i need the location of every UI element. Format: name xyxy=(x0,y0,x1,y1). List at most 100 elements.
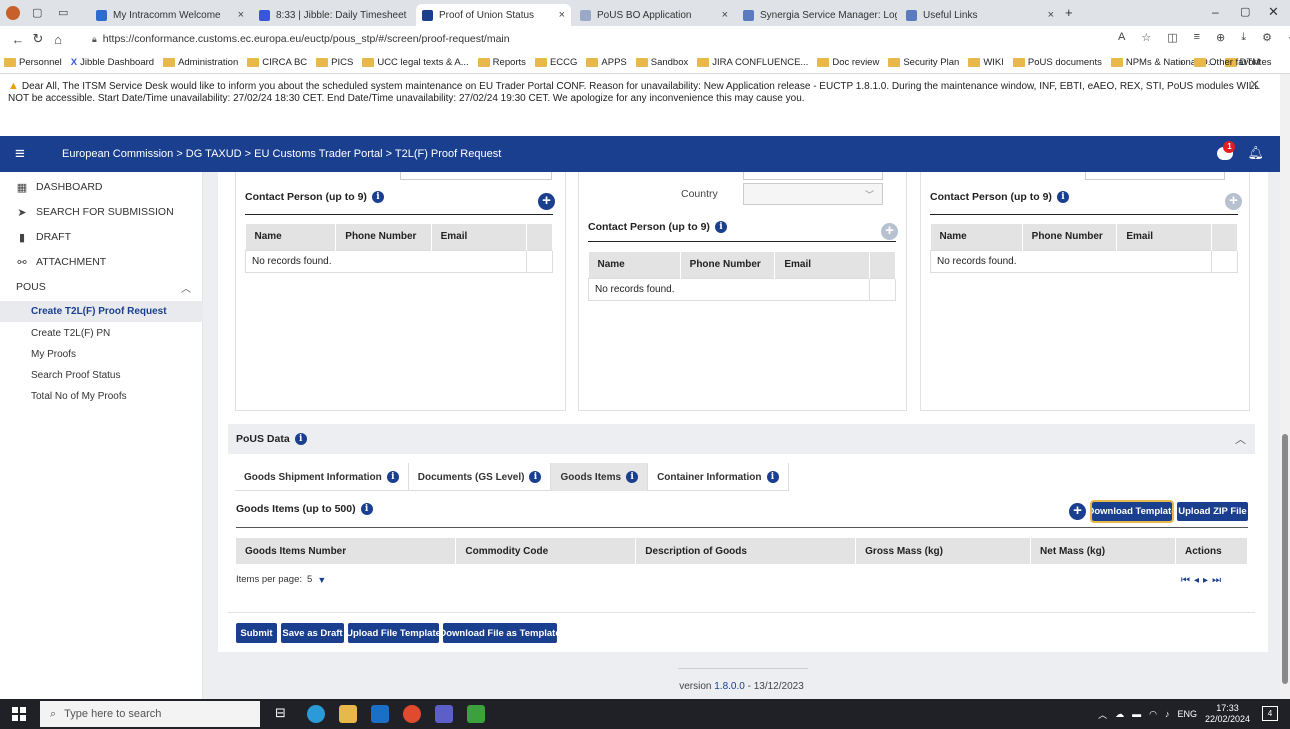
column-commodity-code[interactable]: Commodity Code xyxy=(455,538,637,564)
chat-icon[interactable]: 1 xyxy=(1217,141,1237,162)
column-actions[interactable]: Actions xyxy=(1175,538,1249,564)
info-icon[interactable]: i xyxy=(360,503,373,515)
other-favorites[interactable]: › Other favorites xyxy=(1180,57,1271,68)
sidebar-item-search-submission[interactable]: ➤ SEARCH FOR SUBMISSION xyxy=(0,200,203,224)
close-tab-icon[interactable]: × xyxy=(722,9,728,21)
version-link[interactable]: 1.8.0.0 xyxy=(714,681,745,692)
collections-icon[interactable]: ⊕ xyxy=(1216,31,1225,44)
close-tab-icon[interactable]: × xyxy=(238,9,244,21)
tab-goods-shipment[interactable]: Goods Shipment Information i xyxy=(235,463,409,491)
column-gross-mass[interactable]: Gross Mass (kg) xyxy=(855,538,1032,564)
column-email[interactable]: Email xyxy=(431,224,527,250)
home-icon[interactable]: ⌂ xyxy=(48,32,68,47)
column-name[interactable]: Name xyxy=(245,224,337,250)
scrollbar-thumb[interactable] xyxy=(1282,434,1288,684)
browser-tab-1[interactable]: My Intracomm Welcome × xyxy=(90,4,250,26)
onedrive-icon[interactable]: ☁ xyxy=(1115,709,1124,720)
column-email[interactable]: Email xyxy=(1116,224,1213,250)
upload-zip-button[interactable]: Upload ZIP File xyxy=(1177,502,1248,521)
file-explorer-icon[interactable] xyxy=(339,705,357,723)
next-page-icon[interactable]: ▸ xyxy=(1203,575,1212,586)
favorite-item[interactable]: APPS xyxy=(586,57,627,68)
refresh-icon[interactable]: ↻ xyxy=(28,31,48,47)
bell-icon[interactable]: 🔔︎ xyxy=(1247,145,1264,161)
back-icon[interactable]: ← xyxy=(8,32,28,47)
favorite-item[interactable]: Reports xyxy=(477,57,526,68)
chrome-icon[interactable] xyxy=(403,705,421,723)
favorite-item[interactable]: X Jibble Dashboard xyxy=(71,57,154,68)
notification-center-icon[interactable]: 4 xyxy=(1262,706,1278,721)
info-icon[interactable]: i xyxy=(1056,191,1069,203)
column-phone[interactable]: Phone Number xyxy=(335,224,432,250)
column-name[interactable]: Name xyxy=(588,252,681,278)
sidebar-item-draft[interactable]: ▮ DRAFT xyxy=(0,225,203,249)
last-page-icon[interactable]: ⏭ xyxy=(1212,575,1225,586)
column-phone[interactable]: Phone Number xyxy=(1022,224,1118,250)
favorite-item[interactable]: JIRA CONFLUENCE... xyxy=(697,57,808,68)
favorite-item[interactable]: ECCG xyxy=(534,57,577,68)
sidebar-item-dashboard[interactable]: ▦ DASHBOARD xyxy=(0,175,203,199)
favorite-item[interactable]: Sandbox xyxy=(635,57,688,68)
favorite-star-icon[interactable]: ☆ xyxy=(1141,31,1151,44)
info-icon[interactable]: i xyxy=(371,191,384,203)
profile-avatar[interactable] xyxy=(6,6,20,20)
column-net-mass[interactable]: Net Mass (kg) xyxy=(1030,538,1176,564)
upload-file-template-button[interactable]: Upload File Template xyxy=(346,623,441,643)
prev-page-icon[interactable]: ◂ xyxy=(1194,575,1203,586)
text-field[interactable] xyxy=(1085,172,1225,180)
info-icon[interactable]: i xyxy=(294,433,307,445)
sidebar-sub-create-proof-request[interactable]: Create T2L(F) Proof Request xyxy=(0,301,203,322)
hamburger-menu-icon[interactable]: ≡ xyxy=(0,144,40,164)
windows-start-icon[interactable] xyxy=(12,707,26,721)
sidebar-sub-total-proofs[interactable]: Total No of My Proofs xyxy=(0,386,203,407)
minimize-button[interactable]: – xyxy=(1212,5,1219,19)
tab-actions-icon[interactable]: ▭ xyxy=(58,6,68,19)
close-tab-icon[interactable]: × xyxy=(559,9,565,21)
text-field[interactable] xyxy=(400,172,552,180)
favorite-item[interactable]: PoUS documents xyxy=(1012,57,1102,68)
sidebar-sub-search-proof-status[interactable]: Search Proof Status xyxy=(0,365,203,386)
browser-tab-2[interactable]: 8:33 | Jibble: Daily Timesheet × xyxy=(253,4,413,26)
tab-goods-items[interactable]: Goods Items i xyxy=(551,463,649,491)
close-banner-icon[interactable]: ✕ xyxy=(1249,78,1260,91)
favorite-item[interactable]: WIKI xyxy=(968,57,1004,68)
chevron-up-icon[interactable]: ︿ xyxy=(1235,431,1246,447)
restore-button[interactable]: ▢ xyxy=(1240,5,1250,18)
new-tab-button[interactable]: + xyxy=(1065,5,1073,20)
page-scrollbar[interactable] xyxy=(1280,74,1290,699)
column-email[interactable]: Email xyxy=(774,252,871,278)
favorite-item[interactable]: Doc review xyxy=(817,57,879,68)
column-phone[interactable]: Phone Number xyxy=(680,252,776,278)
browser-tab-6[interactable]: Useful Links × xyxy=(900,4,1060,26)
add-contact-button-disabled[interactable]: + xyxy=(1225,193,1242,210)
column-description[interactable]: Description of Goods xyxy=(635,538,857,564)
favorite-item[interactable]: PICS xyxy=(316,57,353,68)
close-tab-icon[interactable]: × xyxy=(412,9,413,21)
chevron-up-icon[interactable]: ︿ xyxy=(1098,708,1107,721)
teams-icon[interactable] xyxy=(435,705,453,723)
download-icon[interactable]: ⤓ xyxy=(1241,31,1246,44)
tab-documents-gs[interactable]: Documents (GS Level) i xyxy=(409,463,552,491)
favorite-item[interactable]: CIRCA BC xyxy=(247,57,307,68)
add-contact-button-disabled[interactable]: + xyxy=(881,223,898,240)
tab-container-info[interactable]: Container Information i xyxy=(648,463,789,491)
favorite-item[interactable]: Security Plan xyxy=(888,57,959,68)
add-contact-button[interactable]: + xyxy=(538,193,555,210)
browser-tab-3-active[interactable]: Proof of Union Status × xyxy=(416,4,571,26)
split-screen-icon[interactable]: ◫ xyxy=(1167,31,1177,44)
first-page-icon[interactable]: ⏮ xyxy=(1181,575,1194,586)
task-view-icon[interactable]: ⊟ xyxy=(275,705,293,723)
edge-icon[interactable] xyxy=(307,705,325,723)
wifi-icon[interactable]: ◠ xyxy=(1149,709,1157,720)
sidebar-item-attachment[interactable]: ⚯ ATTACHMENT xyxy=(0,250,203,274)
download-template-button[interactable]: Download Template xyxy=(1087,500,1177,523)
notepad-icon[interactable] xyxy=(467,705,485,723)
column-name[interactable]: Name xyxy=(930,224,1023,250)
column-goods-item-number[interactable]: Goods Items Number xyxy=(236,538,457,564)
favorite-item[interactable]: Personnel xyxy=(4,57,62,68)
browser-tab-4[interactable]: PoUS BO Application × xyxy=(574,4,734,26)
favorite-item[interactable]: UCC legal texts & A... xyxy=(362,57,469,68)
sidebar-item-pous[interactable]: POUS ︿ xyxy=(0,275,203,299)
pous-data-header[interactable] xyxy=(228,424,1255,454)
country-select[interactable]: ﹀ xyxy=(743,183,883,205)
